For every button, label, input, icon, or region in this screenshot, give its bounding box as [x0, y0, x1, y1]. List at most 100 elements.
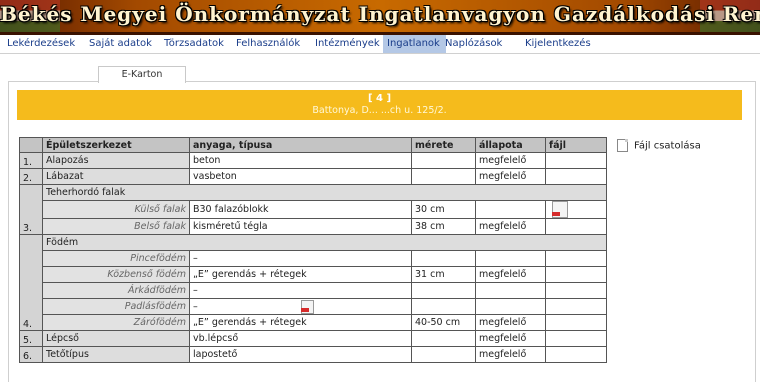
file-icon — [617, 139, 628, 152]
row-file — [545, 218, 607, 235]
row-material: beton — [189, 152, 412, 169]
table-row: 1. Alapozás beton megfelelő — [19, 152, 607, 169]
row-material: „E” gerendás + rétegek — [189, 266, 412, 283]
row-size — [411, 282, 476, 299]
row-number: 5. — [19, 330, 43, 347]
table-row: Külső falak B30 falazóblokk 30 cm — [20, 200, 607, 219]
row-material: kisméretű tégla — [189, 218, 412, 235]
attach-file-label: Fájl csatolása — [634, 140, 701, 152]
table-row: Pincefödém – — [20, 250, 607, 267]
row-number: 6. — [19, 346, 43, 363]
row-state — [475, 250, 546, 267]
row-state — [475, 282, 546, 299]
nav-lekerdezesek[interactable]: Lekérdezések — [3, 35, 79, 53]
row-group-label: Födém — [42, 234, 607, 251]
row-file — [545, 266, 607, 283]
table-row: 6. Tetőtípus lapostető megfelelő — [19, 346, 607, 363]
row-state: megfelelő — [475, 218, 546, 235]
row-state — [475, 298, 546, 315]
row-number: 4. — [19, 234, 43, 331]
row-size — [411, 250, 476, 267]
table-row: Zárófödém „E” gerendás + rétegek 40-50 c… — [20, 314, 607, 331]
row-substructure: Külső falak — [42, 200, 190, 219]
row-number: 3. — [19, 184, 43, 235]
table-row: Belső falak kisméretű tégla 38 cm megfel… — [20, 218, 607, 235]
nav-ingatlanok[interactable]: Ingatlanok — [383, 35, 446, 53]
row-material: – — [189, 282, 412, 299]
row-substructure: Pincefödém — [42, 250, 190, 267]
table-row: Közbenső födém „E” gerendás + rétegek 31… — [20, 266, 607, 283]
row-material: vasbeton — [189, 168, 412, 185]
property-header: [ 4 ] Battonya, D... ...ch u. 125/2. — [17, 90, 742, 120]
row-material: lapostető — [189, 346, 412, 363]
table-row: 4. Födém — [19, 234, 607, 331]
header-structure: Épületszerkezet — [42, 137, 190, 153]
row-state: megfelelő — [475, 346, 546, 363]
row-state: megfelelő — [475, 266, 546, 283]
row-substructure: Belső falak — [42, 218, 190, 235]
e-karton-table: Épületszerkezet anyaga, típusa mérete ál… — [19, 137, 607, 363]
header-state: állapota — [475, 137, 546, 153]
header-size: mérete — [411, 137, 476, 153]
nav-felhasznalok[interactable]: Felhasználók — [232, 35, 304, 53]
row-state: megfelelő — [475, 168, 546, 185]
property-address: Battonya, D... ...ch u. 125/2. — [312, 105, 447, 116]
row-substructure: Zárófödém — [42, 314, 190, 331]
table-header-row: Épületszerkezet anyaga, típusa mérete ál… — [19, 137, 607, 153]
table-row: Padlásfödém – — [20, 298, 607, 315]
row-material-cell: – — [189, 298, 412, 315]
table-row: 5. Lépcső vb.lépcső megfelelő — [19, 330, 607, 347]
row-material: – — [193, 301, 198, 312]
main-nav: Lekérdezések Saját adatok Törzsadatok Fe… — [0, 35, 760, 54]
nav-kijelentkezes[interactable]: Kijelentkezés — [521, 35, 595, 53]
row-group-label: Teherhordó falak — [42, 184, 607, 201]
row-file — [545, 346, 607, 363]
row-file — [545, 250, 607, 267]
row-size: 38 cm — [411, 218, 476, 235]
row-size: 40-50 cm — [411, 314, 476, 331]
header-num — [19, 137, 43, 153]
row-size — [411, 298, 476, 315]
row-structure: Lábazat — [42, 168, 190, 185]
tab-e-karton[interactable]: E-Karton — [98, 66, 186, 83]
row-size — [411, 346, 476, 363]
row-size — [411, 330, 476, 347]
pdf-icon[interactable] — [552, 201, 568, 218]
row-structure: Tetőtípus — [42, 346, 190, 363]
row-size: 31 cm — [411, 266, 476, 283]
pdf-icon[interactable] — [300, 299, 314, 314]
table-row: Árkádfödém – — [20, 282, 607, 299]
nav-naplozasok[interactable]: Naplózások — [441, 35, 506, 53]
row-material: vb.lépcső — [189, 330, 412, 347]
row-material: „E” gerendás + rétegek — [189, 314, 412, 331]
row-material: B30 falazóblokk — [189, 200, 412, 219]
row-number: 2. — [19, 168, 43, 185]
table-row: 2. Lábazat vasbeton megfelelő — [19, 168, 607, 185]
nav-sajat-adatok[interactable]: Saját adatok — [85, 35, 156, 53]
row-file — [545, 200, 607, 219]
row-structure: Alapozás — [42, 152, 190, 169]
row-file — [545, 298, 607, 315]
row-size — [411, 152, 476, 169]
row-material: – — [189, 250, 412, 267]
header-file: fájl — [545, 137, 607, 153]
row-state: megfelelő — [475, 314, 546, 331]
attach-file-link[interactable]: Fájl csatolása — [617, 139, 701, 152]
app-title: Békés Megyei Önkormányzat Ingatlanvagyon… — [0, 2, 760, 26]
nav-intezmenyek[interactable]: Intézmények — [311, 35, 384, 53]
row-state: megfelelő — [475, 330, 546, 347]
row-number: 1. — [19, 152, 43, 169]
row-file — [545, 282, 607, 299]
row-file — [545, 152, 607, 169]
row-substructure: Padlásfödém — [42, 298, 190, 315]
row-structure: Lépcső — [42, 330, 190, 347]
header-material: anyaga, típusa — [189, 137, 412, 153]
row-size — [411, 168, 476, 185]
row-file — [545, 314, 607, 331]
row-state — [475, 200, 546, 219]
header-banner: Békés Megyei Önkormányzat Ingatlanvagyon… — [0, 0, 760, 32]
nav-torzsadatok[interactable]: Törzsadatok — [160, 35, 228, 53]
property-id: [ 4 ] — [367, 93, 392, 104]
row-state: megfelelő — [475, 152, 546, 169]
row-file — [545, 168, 607, 185]
